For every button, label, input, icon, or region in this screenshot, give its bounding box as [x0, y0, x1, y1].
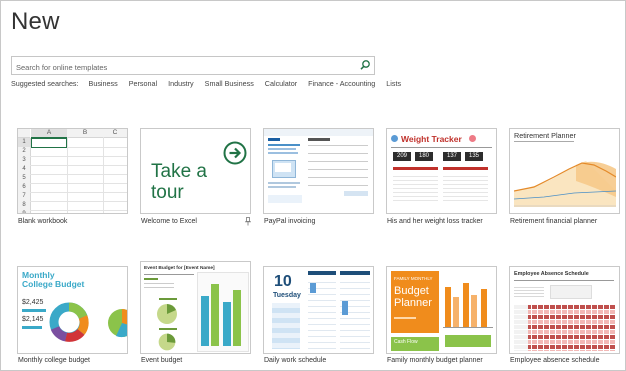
college-amount-1: $2,425 — [22, 299, 44, 306]
college-donut-chart — [49, 302, 89, 342]
template-caption: Family monthly budget planner — [387, 357, 483, 364]
suggested-finance-accounting[interactable]: Finance - Accounting — [308, 79, 375, 88]
template-caption: PayPal invoicing — [264, 218, 316, 225]
template-caption: Daily work schedule — [264, 357, 327, 364]
row-header-2: 2 — [18, 147, 31, 156]
template-caption: Event budget — [141, 357, 183, 364]
weight-tracker-title: Weight Tracker — [401, 134, 462, 144]
blank-grid: A B C 1 2 3 4 5 6 7 8 9 — [18, 129, 127, 213]
suggested-calculator[interactable]: Calculator — [265, 79, 297, 88]
event-budget-pie-1 — [157, 304, 177, 324]
suggested-personal[interactable]: Personal — [129, 79, 157, 88]
retirement-chart — [514, 161, 616, 207]
template-caption: His and her weight loss tracker — [387, 218, 483, 225]
weight-tracker-thumbnail[interactable]: Weight Tracker 209 180 137 135 — [386, 128, 497, 214]
row-header-1: 1 — [18, 138, 31, 147]
search-box[interactable] — [11, 56, 375, 76]
college-amount-2: $2,145 — [22, 316, 44, 323]
row-header-3: 3 — [18, 156, 31, 165]
weight-num-2: 180 — [415, 152, 433, 161]
search-input[interactable] — [12, 59, 350, 76]
retirement-title: Retirement Planner — [514, 131, 576, 140]
column-header-b: B — [67, 129, 103, 138]
blank-workbook-thumbnail[interactable]: A B C 1 2 3 4 5 6 7 8 9 — [17, 128, 128, 214]
tour-text: Take a tour — [151, 161, 207, 203]
suggested-small-business[interactable]: Small Business — [205, 79, 254, 88]
pin-icon[interactable] — [244, 217, 252, 226]
family-cash-flow: Cash Flow — [394, 339, 418, 345]
schedule-day-number: 10 — [274, 273, 292, 290]
absence-schedule-title: Employee Absence Schedule — [514, 271, 589, 277]
template-caption: Retirement financial planner — [510, 218, 598, 225]
arrow-right-icon — [223, 141, 247, 165]
event-budget-pie-2 — [158, 333, 176, 351]
template-caption: Employee absence schedule — [510, 357, 600, 364]
row-header-6: 6 — [18, 183, 31, 192]
college-budget-thumbnail[interactable]: Monthly College Budget $2,425 $2,145 — [17, 266, 128, 354]
template-caption: Blank workbook — [18, 218, 68, 225]
suggested-business[interactable]: Business — [89, 79, 118, 88]
suggested-lists[interactable]: Lists — [386, 79, 401, 88]
schedule-day-name: Tuesday — [273, 292, 301, 299]
event-budget-thumbnail[interactable]: Event Budget for [Event Name] — [140, 261, 251, 354]
college-budget-title: Monthly College Budget — [22, 270, 85, 289]
new-workbook-panel: New Suggested searches: Business Persona… — [0, 0, 626, 371]
paypal-logo — [268, 138, 280, 141]
retirement-thumbnail[interactable]: Retirement Planner — [509, 128, 620, 214]
family-budget-title: Budget Planner — [394, 285, 432, 309]
weight-num-4: 135 — [465, 152, 483, 161]
weight-num-1: 209 — [393, 152, 411, 161]
daily-schedule-thumbnail[interactable]: 10 Tuesday — [263, 266, 374, 354]
suggested-industry[interactable]: Industry — [168, 79, 194, 88]
suggested-label: Suggested searches: — [11, 79, 79, 88]
event-budget-title: Event Budget for [Event Name] — [144, 266, 215, 271]
college-pie-chart — [108, 309, 127, 338]
active-cell — [31, 138, 67, 148]
row-header-7: 7 — [18, 192, 31, 201]
row-header-5: 5 — [18, 174, 31, 183]
column-header-c: C — [103, 129, 127, 138]
tour-thumbnail[interactable]: Take a tour — [140, 128, 251, 214]
row-header-8: 8 — [18, 201, 31, 210]
paypal-thumbnail[interactable] — [263, 128, 374, 214]
weight-num-3: 137 — [443, 152, 461, 161]
suggested-searches: Suggested searches: Business Personal In… — [11, 79, 410, 88]
row-header-4: 4 — [18, 165, 31, 174]
family-budget-label: FAMILY MONTHLY — [394, 276, 433, 281]
family-budget-thumbnail[interactable]: FAMILY MONTHLY Budget Planner Cash Flow — [386, 266, 497, 354]
absence-schedule-thumbnail[interactable]: Employee Absence Schedule — [509, 266, 620, 354]
template-caption: Welcome to Excel — [141, 218, 197, 225]
template-caption: Monthly college budget — [18, 357, 90, 364]
page-title: New — [11, 8, 60, 35]
search-icon[interactable] — [359, 59, 371, 71]
